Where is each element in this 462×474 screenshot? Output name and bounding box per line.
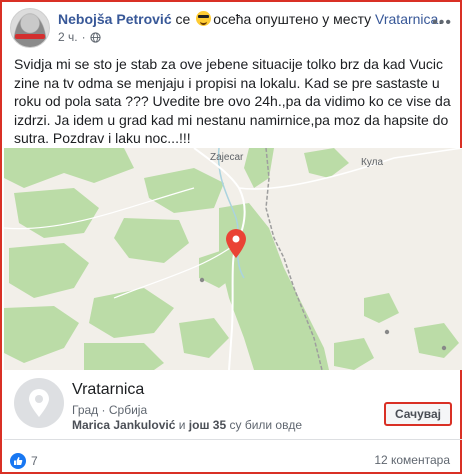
- like-icon: [10, 453, 26, 469]
- place-thumbnail[interactable]: [14, 378, 64, 428]
- friends-suffix: су били овде: [229, 418, 303, 432]
- cool-emoji-icon: [196, 11, 212, 26]
- place-separator: ·: [101, 403, 106, 417]
- feeling-text: осећа опуштено у месту: [213, 11, 372, 27]
- post-text: Svidja mi se sto je stab za ove jebene s…: [14, 56, 451, 146]
- map-graphic: Zajecar Кула: [4, 148, 462, 370]
- place-category: Град · Србија: [72, 403, 147, 417]
- author-name[interactable]: Nebojša Petrović: [58, 11, 172, 27]
- location-pin-icon: [29, 389, 49, 417]
- others-count[interactable]: још 35: [189, 418, 226, 432]
- comment-count[interactable]: 12 коментара: [374, 453, 450, 467]
- post-meta: 2 ч. ·: [58, 30, 101, 44]
- post-footer: 7 12 коментара: [10, 450, 450, 470]
- meta-separator: ·: [81, 30, 86, 44]
- globe-icon[interactable]: [89, 31, 101, 43]
- avatar-badge: [15, 34, 45, 39]
- post-time[interactable]: 2 ч.: [58, 30, 78, 44]
- place-type: Град: [72, 403, 99, 417]
- place-friends: Marica Jankulović и још 35 су били овде: [72, 418, 302, 432]
- place-info: Vratarnica Град · Србија Marica Jankulov…: [4, 370, 462, 440]
- ellipsis-icon[interactable]: •••: [432, 14, 452, 32]
- save-place-button[interactable]: Сачувај: [383, 402, 452, 426]
- post-card: Nebojša Petrović се осећа опуштено у мес…: [0, 0, 462, 474]
- post-header-line: Nebojša Petrović се осећа опуштено у мес…: [58, 11, 442, 27]
- place-country: Србија: [108, 403, 148, 417]
- location-map[interactable]: Zajecar Кула: [4, 148, 462, 370]
- friend-connector: и: [178, 418, 186, 432]
- map-label-kula: Кула: [361, 157, 383, 168]
- place-name[interactable]: Vratarnica: [72, 381, 144, 399]
- reactions-summary[interactable]: 7: [10, 453, 38, 469]
- location-link[interactable]: Vratarnica: [375, 11, 438, 27]
- feeling-prefix: се: [175, 11, 191, 27]
- friend-name[interactable]: Marica Jankulović: [72, 418, 175, 432]
- author-avatar[interactable]: [10, 8, 50, 48]
- post-header: Nebojša Petrović се осећа опуштено у мес…: [10, 8, 452, 50]
- like-count: 7: [31, 454, 38, 468]
- map-label-zajecar: Zajecar: [210, 152, 244, 163]
